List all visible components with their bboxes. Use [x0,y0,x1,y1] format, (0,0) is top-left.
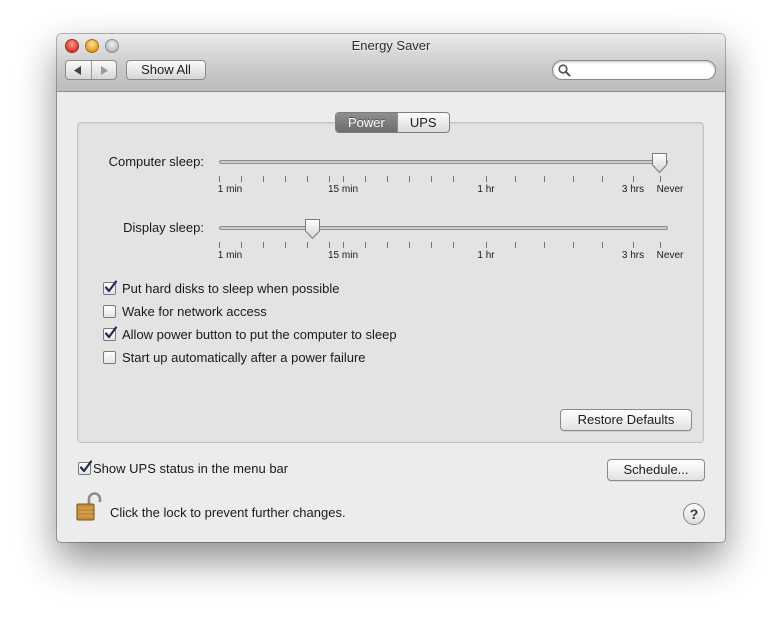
option-hard-disk-sleep[interactable]: Put hard disks to sleep when possible [103,280,340,296]
tab-ups[interactable]: UPS [396,113,449,132]
computer-sleep-tick-label: 15 min [327,184,359,195]
display-sleep-tick-label: 1 min [217,250,243,261]
display-sleep-tick-label: 3 hrs [621,250,645,261]
option-label: Wake for network access [122,304,267,319]
help-button[interactable]: ? [683,503,705,525]
power-ups-tab-control: Power UPS [335,112,450,133]
option-label: Allow power button to put the computer t… [122,327,397,342]
display-sleep-ticks [219,242,668,250]
option-label: Start up automatically after a power fai… [122,350,366,365]
show-ups-status-option[interactable]: Show UPS status in the menu bar [78,460,289,476]
computer-sleep-label: Computer sleep: [108,154,204,169]
option-power-button-sleep[interactable]: Allow power button to put the computer t… [103,326,397,342]
search-icon [558,64,571,77]
back-arrow-icon [74,65,82,75]
computer-sleep-ticks [219,176,668,184]
computer-sleep-tick-label: Never [656,184,684,195]
checkbox[interactable] [78,460,93,475]
display-sleep-tick-label: 15 min [327,250,359,261]
back-button[interactable] [66,61,91,79]
display-sleep-tick-label: Never [656,250,684,261]
checkmark-icon [104,326,118,339]
checkbox[interactable] [103,326,118,341]
computer-sleep-slider-track[interactable] [219,160,668,164]
checkmark-icon [104,280,118,293]
display-sleep-slider-track[interactable] [219,226,668,230]
title-bar: Energy Saver Show All [57,34,725,92]
forward-button[interactable] [90,61,117,79]
restore-defaults-button[interactable]: Restore Defaults [560,409,692,431]
computer-sleep-tick-label: 1 hr [477,184,495,195]
option-label: Put hard disks to sleep when possible [122,281,340,296]
checkbox[interactable] [103,305,116,318]
computer-sleep-slider-thumb[interactable] [651,152,668,174]
computer-sleep-tick-label: 1 min [217,184,243,195]
checkbox[interactable] [103,280,118,295]
schedule-button[interactable]: Schedule... [607,459,705,481]
option-auto-startup[interactable]: Start up automatically after a power fai… [103,350,366,365]
forward-arrow-icon [100,65,108,75]
display-sleep-slider-thumb[interactable] [304,218,321,240]
search-input[interactable] [575,62,705,78]
computer-sleep-tick-label: 3 hrs [621,184,645,195]
display-sleep-label: Display sleep: [123,220,204,235]
checkmark-icon [79,460,93,473]
unlocked-padlock-icon[interactable] [75,491,103,523]
option-wake-network[interactable]: Wake for network access [103,304,267,319]
show-ups-status-label: Show UPS status in the menu bar [93,461,289,476]
checkbox[interactable] [103,351,116,364]
show-all-button[interactable]: Show All [126,60,206,80]
energy-saver-window: Energy Saver Show All Power UPS Computer… [57,34,725,542]
window-title: Energy Saver [351,38,431,53]
search-field[interactable] [552,60,716,80]
lock-message: Click the lock to prevent further change… [110,505,346,520]
display-sleep-tick-label: 1 hr [477,250,495,261]
tab-power[interactable]: Power [336,113,397,132]
back-forward-control [65,60,117,80]
